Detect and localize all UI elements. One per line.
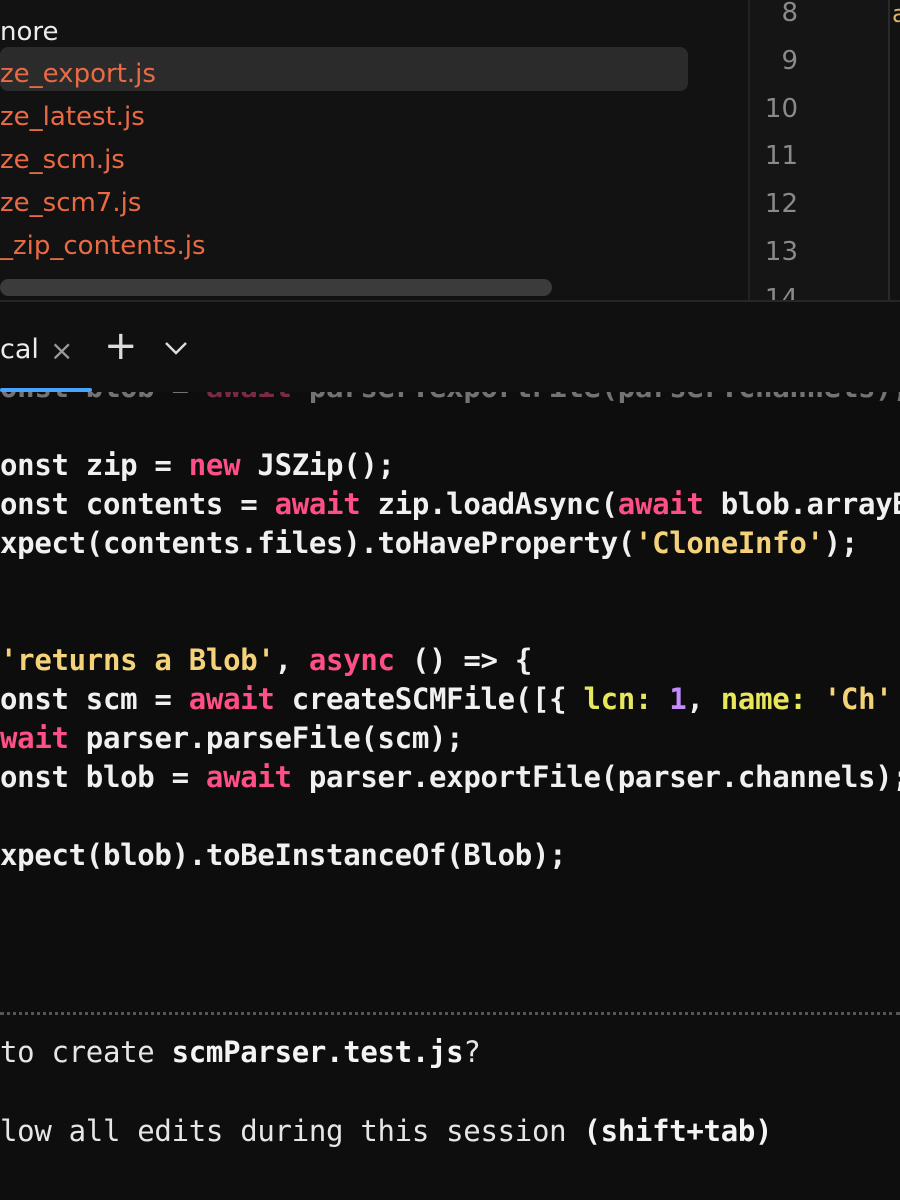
line-number: 14 [764,284,798,300]
file-explorer: nore ze_export.js ze_latest.js ze_scm.js… [0,0,748,300]
editor-edge-char: a [892,0,900,28]
file-item[interactable]: _zip_contents.js [0,225,206,267]
terminal-code-output: onst blob = await parser.exportFile(pars… [0,392,900,1000]
prompt-divider [0,1012,900,1015]
code-line: xpect(contents.files).toHaveProperty('Cl… [0,526,858,560]
close-icon[interactable]: × [50,334,73,367]
allow-all-edits-option[interactable]: low all edits during this session (shift… [0,1114,773,1148]
code-line: wait parser.parseFile(scm); [0,721,464,755]
horizontal-scrollbar[interactable] [0,279,552,296]
file-item[interactable]: ze_scm7.js [0,182,141,224]
line-number: 12 [764,189,798,219]
code-line: 'returns a Blob', async () => { [0,643,532,677]
line-number: 8 [781,0,798,28]
editor-edge [890,0,900,300]
code-line: xpect(blob).toBeInstanceOf(Blob); [0,838,567,872]
file-item[interactable]: nore [0,11,59,53]
code-line: onst scm = await createSCMFile([{ lcn: 1… [0,682,893,716]
chevron-down-icon[interactable] [164,338,188,358]
line-number-gutter: 8 9 10 11 12 13 14 [748,0,890,300]
line-number: 10 [764,94,798,124]
terminal-tab-label[interactable]: cal [0,334,39,365]
file-item[interactable]: ze_scm.js [0,139,125,181]
permission-question: to create scmParser.test.js? [0,1035,481,1069]
file-item-selected[interactable]: ze_export.js [0,53,156,95]
line-number: 13 [764,237,798,267]
line-number: 11 [764,141,798,171]
code-line: onst zip = new JSZip(); [0,448,395,482]
code-line: onst blob = await parser.exportFile(pars… [0,760,900,794]
file-item[interactable]: ze_latest.js [0,96,145,138]
plus-icon[interactable]: + [104,326,138,366]
code-line: onst blob = await parser.exportFile(pars… [0,392,900,404]
line-number: 9 [781,46,798,76]
code-line: onst contents = await zip.loadAsync(awai… [0,487,900,521]
